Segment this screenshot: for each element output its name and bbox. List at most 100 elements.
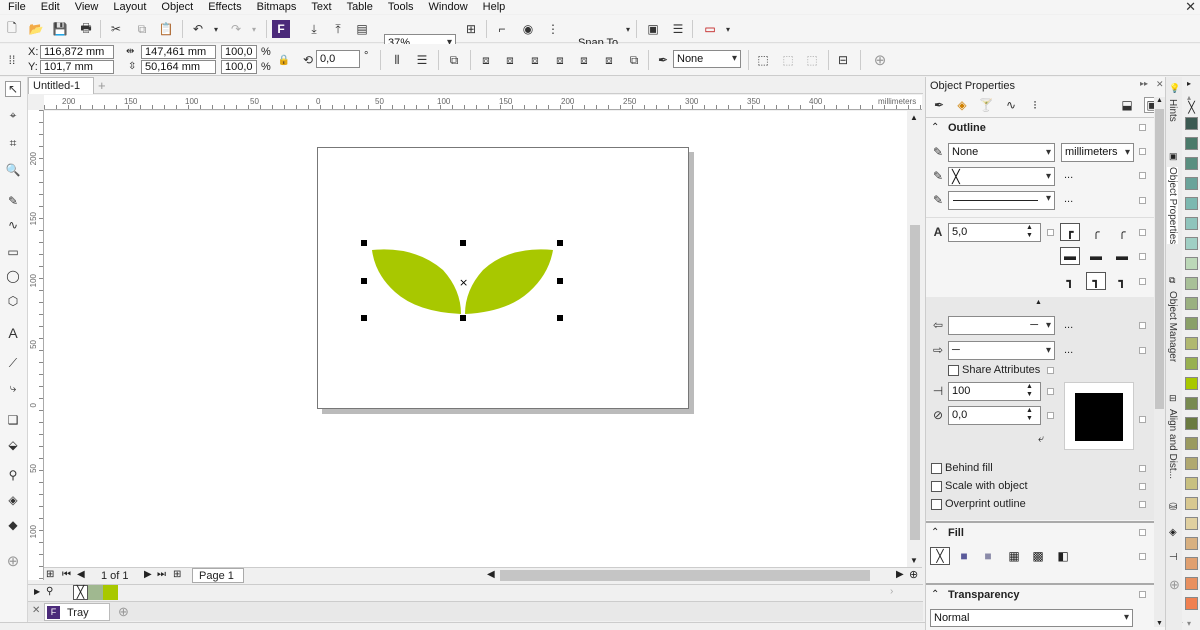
- close-icon[interactable]: ✕: [1185, 0, 1196, 15]
- vertical-ruler[interactable]: 200 150 100 50 0 50 100: [28, 110, 44, 580]
- ellipse-tool-icon[interactable]: ◯: [5, 268, 21, 284]
- add-tool-icon[interactable]: ⊕: [5, 553, 21, 570]
- front-minus-back-icon[interactable]: ⧈: [576, 52, 592, 68]
- round-cap-button[interactable]: ▬: [1086, 247, 1106, 265]
- connector-tool-icon[interactable]: ⤷: [5, 380, 21, 396]
- tab-object-manager[interactable]: Object Manager: [1167, 291, 1178, 362]
- color-swatch[interactable]: [1185, 217, 1198, 230]
- fill-icon[interactable]: ◈: [1169, 527, 1177, 538]
- pin-icon[interactable]: ⬓: [1119, 97, 1135, 113]
- add-tab-icon[interactable]: +: [98, 78, 106, 93]
- combine-icon[interactable]: ⧉: [446, 52, 462, 68]
- tab-untitled-1[interactable]: Untitled-1: [28, 77, 94, 94]
- add-docker-icon[interactable]: ⊕: [1169, 577, 1180, 593]
- outside-position-button[interactable]: ┓: [1060, 272, 1080, 290]
- scale-height-field[interactable]: 100,0: [221, 60, 257, 74]
- simplify-icon[interactable]: ⧈: [552, 52, 568, 68]
- object-height-field[interactable]: 50,164 mm: [141, 60, 216, 74]
- add-icon[interactable]: ⊕: [872, 52, 888, 69]
- chevron-down-icon[interactable]: ▾: [620, 21, 636, 37]
- share-attributes-checkbox[interactable]: [948, 365, 959, 376]
- expand-panel-icon[interactable]: ▸▸: [1140, 79, 1148, 88]
- menu-object[interactable]: Object: [161, 1, 193, 13]
- outline-color-select[interactable]: ╳: [948, 167, 1055, 186]
- rulers-icon[interactable]: ⌐: [494, 21, 510, 37]
- zoom-page-icon[interactable]: ⊞: [463, 21, 479, 37]
- uniform-fill-button[interactable]: ■: [954, 547, 974, 565]
- color-swatch[interactable]: [1185, 557, 1198, 570]
- bitmap-pattern-button[interactable]: ▩: [1028, 547, 1048, 565]
- two-color-pattern-button[interactable]: ◧: [1053, 547, 1073, 565]
- lock-ratio-icon[interactable]: 🔒: [276, 52, 292, 68]
- collapse-icon[interactable]: ⌃: [931, 527, 939, 538]
- fill-section-header[interactable]: Fill: [948, 527, 964, 539]
- mirror-vertical-icon[interactable]: ☰: [414, 52, 430, 68]
- outline-width-select[interactable]: None: [948, 143, 1055, 162]
- first-page-icon[interactable]: ⏮: [62, 569, 71, 580]
- copy-icon[interactable]: ⧉: [134, 21, 150, 37]
- artistic-media-icon[interactable]: ∿: [5, 217, 21, 233]
- chevron-down-icon[interactable]: ▾: [1187, 619, 1191, 628]
- tab-page-1[interactable]: Page 1: [192, 568, 244, 583]
- outline-section-header[interactable]: Outline: [948, 122, 986, 134]
- publish-pdf-icon[interactable]: ▤: [354, 21, 370, 37]
- outline-pen-icon[interactable]: ✒: [931, 97, 947, 113]
- chevron-down-icon[interactable]: ▾: [208, 21, 224, 37]
- polygon-tool-icon[interactable]: ⬡: [5, 293, 21, 309]
- next-page-icon[interactable]: ▶: [144, 569, 152, 580]
- to-back-icon[interactable]: ⬚: [804, 52, 820, 68]
- end-arrowhead-select[interactable]: ─: [948, 341, 1055, 360]
- shape-tool-icon[interactable]: ⌖: [5, 107, 21, 123]
- eyedropper-icon[interactable]: ⚲: [46, 586, 53, 597]
- color-swatch[interactable]: [1185, 437, 1198, 450]
- color-swatch[interactable]: [1185, 317, 1198, 330]
- no-fill-button[interactable]: ╳: [930, 547, 950, 565]
- fountain-fill-button[interactable]: ■: [978, 547, 998, 565]
- color-swatch[interactable]: [1185, 457, 1198, 470]
- menu-effects[interactable]: Effects: [208, 1, 241, 13]
- vertical-scroll-thumb[interactable]: [910, 225, 920, 540]
- menu-help[interactable]: Help: [483, 1, 506, 13]
- freehand-tool-icon[interactable]: ✎: [5, 193, 21, 209]
- overprint-outline-checkbox[interactable]: [931, 499, 942, 510]
- leaves-graphic[interactable]: ×: [355, 236, 570, 326]
- undo-icon[interactable]: ↶: [190, 21, 206, 37]
- no-color-swatch[interactable]: ╳: [1185, 102, 1198, 115]
- align-distribute-icon[interactable]: ⊟: [835, 52, 851, 68]
- scroll-left-icon[interactable]: ◀: [487, 569, 495, 580]
- outline-width-select[interactable]: None: [673, 50, 741, 68]
- guidelines-icon[interactable]: ⋮: [545, 21, 561, 37]
- tab-align-and-distribute[interactable]: Align and Dist...: [1167, 409, 1178, 479]
- color-swatch[interactable]: [88, 585, 103, 600]
- save-icon[interactable]: 💾: [52, 21, 68, 37]
- menu-edit[interactable]: Edit: [41, 1, 60, 13]
- collapse-icon[interactable]: ⌃: [931, 122, 939, 133]
- last-page-icon[interactable]: ⏭: [157, 569, 166, 580]
- menu-view[interactable]: View: [75, 1, 99, 13]
- chevron-right-icon[interactable]: ›: [890, 586, 893, 597]
- panel-scrollbar[interactable]: ▲ ▼: [1154, 97, 1165, 627]
- export-icon[interactable]: ⤒: [330, 21, 346, 37]
- inside-position-button[interactable]: ┓: [1112, 272, 1132, 290]
- chevron-down-icon[interactable]: ▾: [246, 21, 262, 37]
- weld-icon[interactable]: ⧈: [478, 52, 494, 68]
- outline-units-select[interactable]: millimeters: [1061, 143, 1134, 162]
- horizontal-scroll-thumb[interactable]: [500, 570, 870, 581]
- import-icon[interactable]: ⤓: [306, 21, 322, 37]
- print-icon[interactable]: 🖶: [78, 21, 94, 37]
- scale-with-object-checkbox[interactable]: [931, 481, 942, 492]
- add-page-icon[interactable]: ⊞: [46, 569, 54, 580]
- zoom-tool-icon[interactable]: 🔍: [5, 162, 21, 178]
- line-style-select[interactable]: [948, 191, 1055, 210]
- menu-bitmaps[interactable]: Bitmaps: [257, 1, 297, 13]
- start-arrowhead-select[interactable]: ─: [948, 316, 1055, 335]
- more-options-icon[interactable]: ...: [1064, 344, 1073, 356]
- color-swatch[interactable]: [1185, 157, 1198, 170]
- nib-preview[interactable]: [1064, 382, 1134, 450]
- chevron-up-icon[interactable]: ▴: [1187, 93, 1191, 102]
- no-color-swatch[interactable]: ╳: [73, 585, 88, 600]
- transparency-tool-icon[interactable]: ⬙: [5, 437, 21, 453]
- behind-fill-checkbox[interactable]: [931, 463, 942, 474]
- transparency-mode-select[interactable]: Normal: [930, 609, 1133, 627]
- close-icon[interactable]: ✕: [32, 605, 40, 616]
